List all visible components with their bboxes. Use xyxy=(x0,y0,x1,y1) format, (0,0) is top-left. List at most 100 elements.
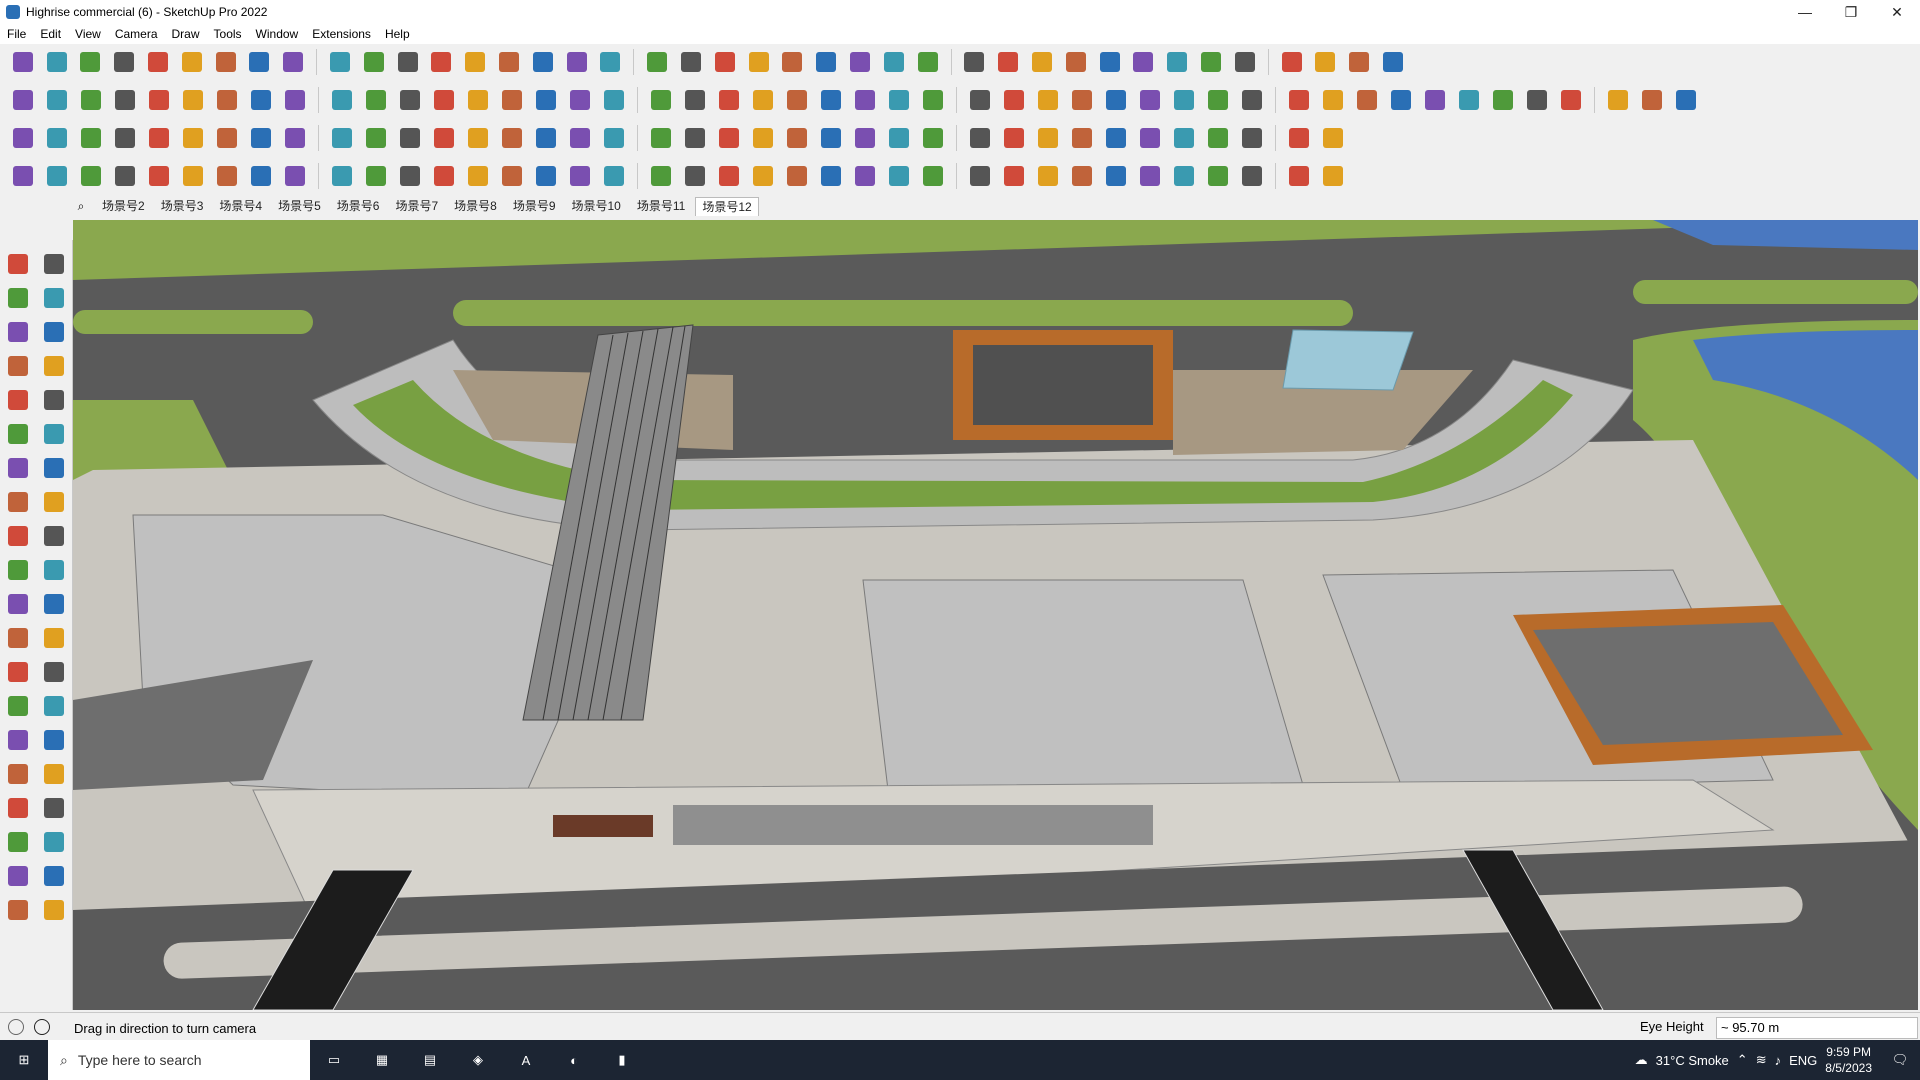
row1-tool-9-button[interactable] xyxy=(278,47,308,77)
row2-tool-42-button[interactable] xyxy=(1454,85,1484,115)
row2-tool-27-button[interactable] xyxy=(918,85,948,115)
row3-tool-13-button[interactable] xyxy=(429,123,459,153)
row4-tool-21-button[interactable] xyxy=(714,161,744,191)
large-tool-22-button[interactable] xyxy=(38,588,70,620)
row2-tool-32-button[interactable] xyxy=(1101,85,1131,115)
row4-tool-16-button[interactable] xyxy=(531,161,561,191)
large-tool-34-button[interactable] xyxy=(38,792,70,824)
row1-tool-3-button[interactable] xyxy=(76,47,106,77)
row4-tool-4-button[interactable] xyxy=(110,161,140,191)
large-tool-16-button[interactable] xyxy=(38,486,70,518)
large-tool-15-button[interactable] xyxy=(2,486,34,518)
large-tool-13-button[interactable] xyxy=(2,452,34,484)
large-tool-12-button[interactable] xyxy=(38,418,70,450)
large-tool-5-button[interactable] xyxy=(2,316,34,348)
row1-tool-4-button[interactable] xyxy=(109,47,139,77)
calculator-icon[interactable]: ▦ xyxy=(358,1040,406,1080)
menu-tools[interactable]: Tools xyxy=(207,27,249,41)
row2-tool-3-button[interactable] xyxy=(76,85,106,115)
large-tool-31-button[interactable] xyxy=(2,758,34,790)
row1-tool-36-button[interactable] xyxy=(1230,47,1260,77)
acrobat-icon[interactable]: A xyxy=(502,1040,550,1080)
row1-tool-26-button[interactable] xyxy=(879,47,909,77)
row2-tool-14-button[interactable] xyxy=(463,85,493,115)
row1-tool-28-button[interactable] xyxy=(960,47,990,77)
row4-tool-2-button[interactable] xyxy=(42,161,72,191)
edge-icon[interactable]: ◐ xyxy=(550,1040,598,1080)
row3-tool-16-button[interactable] xyxy=(531,123,561,153)
row4-tool-23-button[interactable] xyxy=(782,161,812,191)
row3-tool-11-button[interactable] xyxy=(361,123,391,153)
large-tool-28-button[interactable] xyxy=(38,690,70,722)
row3-tool-25-button[interactable] xyxy=(850,123,880,153)
large-tool-40-button[interactable] xyxy=(38,894,70,926)
row3-tool-17-button[interactable] xyxy=(565,123,595,153)
row3-tool-18-button[interactable] xyxy=(599,123,629,153)
large-tool-11-button[interactable] xyxy=(2,418,34,450)
row1-tool-10-button[interactable] xyxy=(325,47,355,77)
row1-tool-30-button[interactable] xyxy=(1027,47,1057,77)
row2-tool-43-button[interactable] xyxy=(1488,85,1518,115)
row2-tool-22-button[interactable] xyxy=(748,85,778,115)
row2-tool-10-button[interactable] xyxy=(327,85,357,115)
row1-tool-21-button[interactable] xyxy=(710,47,740,77)
row2-tool-30-button[interactable] xyxy=(1033,85,1063,115)
row3-tool-15-button[interactable] xyxy=(497,123,527,153)
large-tool-23-button[interactable] xyxy=(2,622,34,654)
row2-tool-35-button[interactable] xyxy=(1203,85,1233,115)
task-view-icon[interactable]: ▭ xyxy=(310,1040,358,1080)
row3-tool-22-button[interactable] xyxy=(748,123,778,153)
large-tool-2-button[interactable] xyxy=(38,248,70,280)
language-indicator[interactable]: ENG xyxy=(1789,1053,1817,1068)
row2-tool-1-button[interactable] xyxy=(8,85,38,115)
row2-tool-7-button[interactable] xyxy=(212,85,242,115)
row2-tool-31-button[interactable] xyxy=(1067,85,1097,115)
row4-tool-9-button[interactable] xyxy=(280,161,310,191)
large-tool-3-button[interactable] xyxy=(2,282,34,314)
sticky-notes-icon[interactable]: ▮ xyxy=(598,1040,646,1080)
row2-tool-40-button[interactable] xyxy=(1386,85,1416,115)
scene-tab-11[interactable]: 场景号11 xyxy=(631,197,691,215)
row4-tool-11-button[interactable] xyxy=(361,161,391,191)
row1-tool-18-button[interactable] xyxy=(596,47,626,77)
row4-tool-14-button[interactable] xyxy=(463,161,493,191)
menu-edit[interactable]: Edit xyxy=(33,27,68,41)
scene-tab-9[interactable]: 场景号9 xyxy=(507,197,562,215)
row3-tool-2-button[interactable] xyxy=(42,123,72,153)
row3-tool-8-button[interactable] xyxy=(246,123,276,153)
large-tool-38-button[interactable] xyxy=(38,860,70,892)
row3-tool-36-button[interactable] xyxy=(1237,123,1267,153)
large-tool-36-button[interactable] xyxy=(38,826,70,858)
row2-tool-17-button[interactable] xyxy=(565,85,595,115)
row2-tool-48-button[interactable] xyxy=(1671,85,1701,115)
row1-tool-15-button[interactable] xyxy=(494,47,524,77)
row3-tool-37-button[interactable] xyxy=(1284,123,1314,153)
row3-tool-28-button[interactable] xyxy=(965,123,995,153)
row1-tool-6-button[interactable] xyxy=(177,47,207,77)
row2-tool-41-button[interactable] xyxy=(1420,85,1450,115)
row1-tool-8-button[interactable] xyxy=(245,47,275,77)
row1-tool-32-button[interactable] xyxy=(1095,47,1125,77)
row1-tool-40-button[interactable] xyxy=(1378,47,1408,77)
row1-tool-17-button[interactable] xyxy=(562,47,592,77)
row3-tool-27-button[interactable] xyxy=(918,123,948,153)
row4-tool-30-button[interactable] xyxy=(1033,161,1063,191)
scene-tab-2[interactable]: 场景号2 xyxy=(96,197,151,215)
menu-view[interactable]: View xyxy=(68,27,108,41)
row4-tool-17-button[interactable] xyxy=(565,161,595,191)
weather-text[interactable]: 31°C Smoke xyxy=(1656,1053,1729,1068)
large-tool-10-button[interactable] xyxy=(38,384,70,416)
large-tool-9-button[interactable] xyxy=(2,384,34,416)
row2-tool-45-button[interactable] xyxy=(1556,85,1586,115)
large-tool-25-button[interactable] xyxy=(2,656,34,688)
search-icon[interactable]: ⌕ xyxy=(70,199,92,214)
row2-tool-44-button[interactable] xyxy=(1522,85,1552,115)
row4-tool-3-button[interactable] xyxy=(76,161,106,191)
row3-tool-24-button[interactable] xyxy=(816,123,846,153)
row2-tool-15-button[interactable] xyxy=(497,85,527,115)
row2-tool-29-button[interactable] xyxy=(999,85,1029,115)
minimize-button[interactable]: — xyxy=(1782,0,1828,24)
row2-tool-34-button[interactable] xyxy=(1169,85,1199,115)
large-tool-33-button[interactable] xyxy=(2,792,34,824)
row4-tool-31-button[interactable] xyxy=(1067,161,1097,191)
